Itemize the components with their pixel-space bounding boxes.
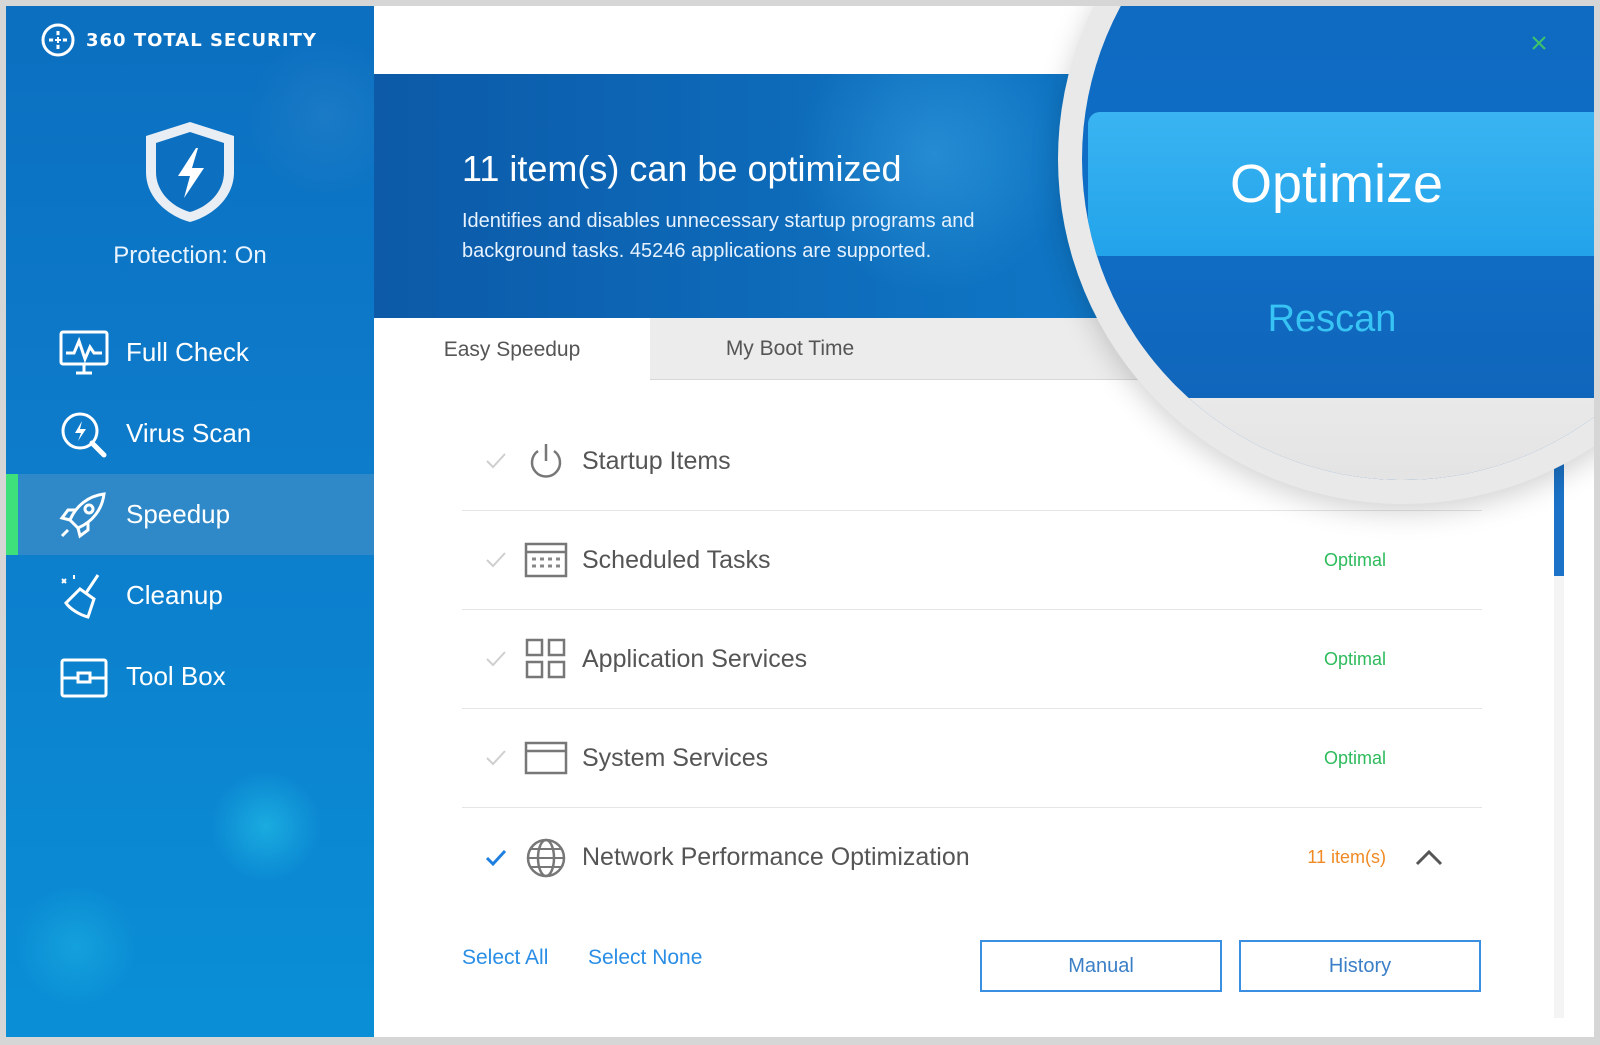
sidebar-nav: Full Check Virus Scan Speedup Cleanup To… <box>6 312 374 717</box>
tab-easy-speedup[interactable]: Easy Speedup <box>374 318 650 381</box>
checkbox[interactable] <box>480 842 512 874</box>
brand: 360 TOTAL SECURITY <box>40 22 317 58</box>
sidebar-item-label: Tool Box <box>126 661 226 691</box>
broom-icon <box>56 571 112 621</box>
sidebar-item-virus-scan[interactable]: Virus Scan <box>6 393 374 474</box>
brand-name: 360 TOTAL SECURITY <box>86 29 317 51</box>
row-label: Application Services <box>582 644 808 673</box>
list-item-application-services[interactable]: Application Services Optimal <box>462 610 1482 709</box>
status-badge: Optimal <box>1323 747 1386 768</box>
calendar-icon <box>524 538 568 582</box>
logo-icon <box>41 23 75 57</box>
row-label: Startup Items <box>582 446 731 475</box>
sidebar-item-tool-box[interactable]: Tool Box <box>6 636 374 717</box>
header-title: 11 item(s) can be optimized <box>462 148 902 189</box>
status-badge: Optimal <box>1323 648 1386 669</box>
sidebar-item-label: Speedup <box>126 499 231 529</box>
row-label: Network Performance Optimization <box>582 843 970 871</box>
row-label: System Services <box>582 743 769 772</box>
checkbox[interactable] <box>480 445 512 477</box>
list-item-network-performance[interactable]: Network Performance Optimization 11 item… <box>462 808 1482 907</box>
globe-icon <box>524 836 568 880</box>
grid-icon <box>524 637 568 681</box>
virus-scan-icon <box>56 409 112 459</box>
select-none-link[interactable]: Select None <box>588 946 702 970</box>
select-all-link[interactable]: Select All <box>462 946 548 970</box>
power-icon <box>524 439 568 483</box>
checkbox[interactable] <box>480 742 512 774</box>
row-label: Scheduled Tasks <box>582 545 771 574</box>
list-item-system-services[interactable]: System Services Optimal <box>462 709 1482 808</box>
chevron-up-icon[interactable] <box>1412 841 1446 875</box>
close-icon[interactable] <box>1528 32 1550 54</box>
app-window: 360 TOTAL SECURITY Protection: On Full C… <box>0 0 1600 1045</box>
sidebar-item-cleanup[interactable]: Cleanup <box>6 555 374 636</box>
shield-icon <box>146 122 234 222</box>
status-badge: Optimal <box>1323 549 1386 570</box>
monitor-pulse-icon <box>56 328 112 378</box>
rocket-icon <box>56 490 112 540</box>
manual-button[interactable]: Manual <box>980 940 1222 992</box>
sidebar: 360 TOTAL SECURITY Protection: On Full C… <box>6 6 374 1037</box>
protection-status: Protection: On <box>113 242 267 269</box>
item-count-badge: 11 item(s) <box>1307 847 1386 867</box>
header-description-line2: background tasks. 45246 applications are… <box>462 240 932 262</box>
sidebar-item-speedup[interactable]: Speedup <box>6 474 374 555</box>
magnifier-content: Optimize Rescan <box>1082 6 1594 480</box>
header-description-line1: Identifies and disables unnecessary star… <box>462 210 975 232</box>
sidebar-item-full-check[interactable]: Full Check <box>6 312 374 393</box>
sidebar-item-label: Full Check <box>126 337 249 367</box>
window-icon <box>524 736 568 780</box>
shield-area <box>6 118 374 231</box>
tab-my-boot-time[interactable]: My Boot Time <box>650 318 930 380</box>
optimize-button[interactable]: Optimize <box>1088 112 1594 256</box>
magnifier-callout: Optimize Rescan <box>1058 6 1594 504</box>
toolbox-icon <box>56 652 112 702</box>
checkbox[interactable] <box>480 544 512 576</box>
rescan-link[interactable]: Rescan <box>1082 298 1582 341</box>
sidebar-item-label: Cleanup <box>126 580 223 610</box>
header-description: Identifies and disables unnecessary star… <box>462 206 1072 266</box>
sidebar-item-label: Virus Scan <box>126 418 252 448</box>
history-button[interactable]: History <box>1239 940 1481 992</box>
magnifier-tab-area <box>1082 398 1594 480</box>
list-item-scheduled-tasks[interactable]: Scheduled Tasks Optimal <box>462 511 1482 610</box>
checkbox[interactable] <box>480 643 512 675</box>
